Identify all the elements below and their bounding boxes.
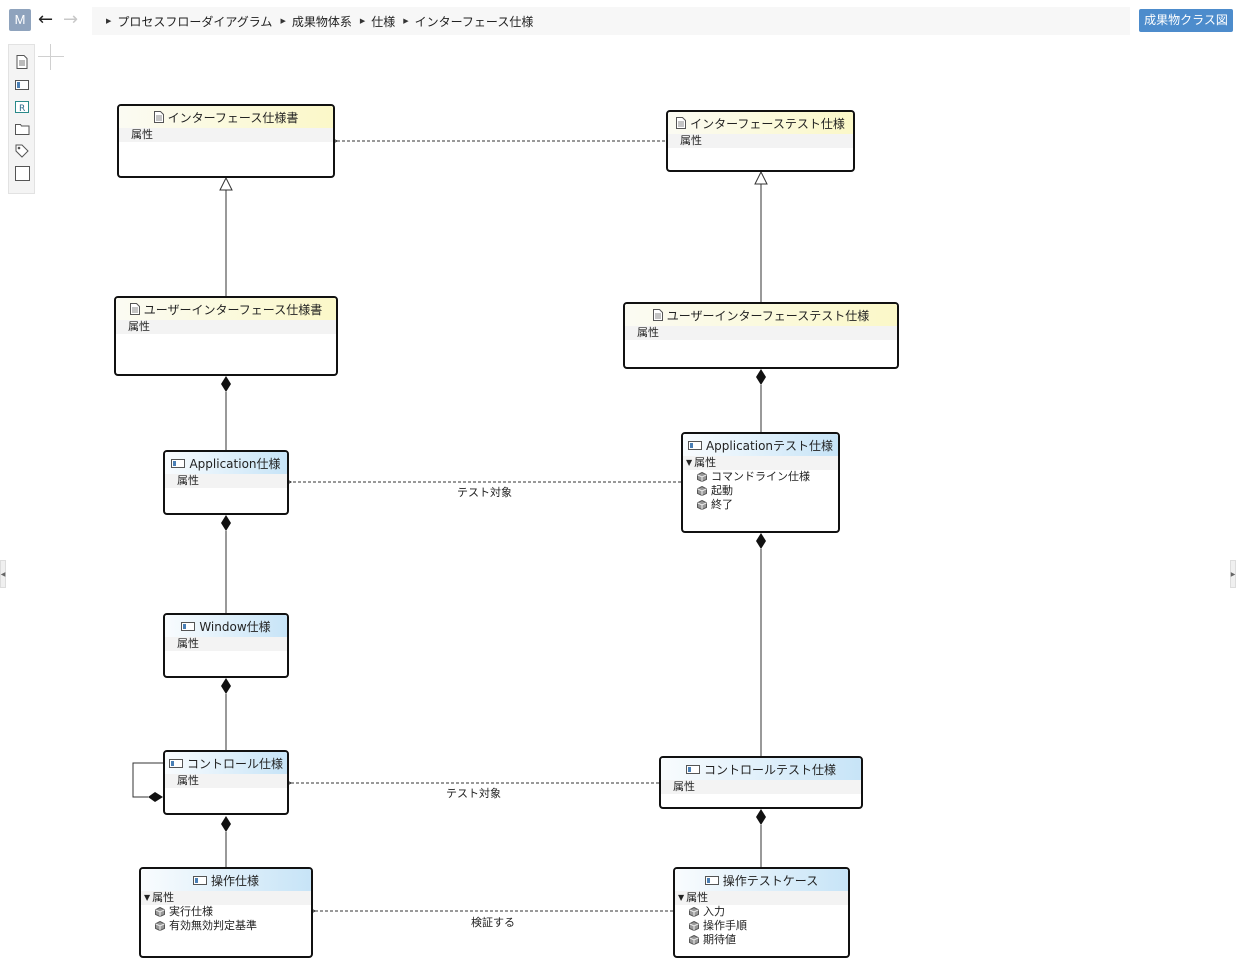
attribute-compartment[interactable]: ▼ 属性 — [683, 456, 838, 470]
attribute-compartment: 属性 — [165, 774, 287, 788]
node-title: コントロールテスト仕様 — [703, 762, 836, 777]
attribute-compartment: 属性 — [165, 474, 287, 488]
class-icon — [687, 440, 702, 450]
node-ui-test-spec[interactable]: ユーザーインターフェーステスト仕様 属性 — [623, 302, 899, 369]
composition-diamond — [221, 678, 231, 694]
composition-diamond — [148, 792, 163, 802]
expand-triangle-icon[interactable]: ▼ — [686, 456, 692, 470]
node-interface-test-spec[interactable]: インターフェーステスト仕様 属性 — [666, 110, 855, 172]
document-icon — [676, 117, 687, 129]
node-control-spec[interactable]: コントロール仕様 属性 — [163, 750, 289, 815]
expand-triangle-icon[interactable]: ▼ — [144, 891, 150, 905]
node-interface-spec[interactable]: インターフェース仕様書 属性 — [117, 104, 335, 178]
node-window-spec[interactable]: Window仕様 属性 — [163, 613, 289, 678]
composition-diamond — [221, 376, 231, 392]
generalization-arrowhead — [754, 170, 768, 185]
attribute-compartment: 属性 — [661, 780, 861, 794]
attribute-cube-icon — [689, 935, 699, 945]
attribute-compartment: 属性 — [116, 320, 336, 334]
node-title: インターフェース仕様書 — [167, 110, 299, 125]
attribute-item[interactable]: 起動 — [697, 484, 838, 498]
class-icon — [181, 621, 196, 631]
attribute-item[interactable]: コマンドライン仕様 — [697, 470, 838, 484]
document-icon — [652, 309, 663, 321]
attribute-cube-icon — [155, 921, 165, 931]
composition-diamond — [221, 816, 231, 832]
class-icon — [168, 758, 183, 768]
attribute-compartment: 属性 — [119, 128, 333, 142]
node-application-test-spec[interactable]: Applicationテスト仕様 ▼ 属性 コマンドライン仕様 起動 終了 — [681, 432, 840, 533]
node-title: ユーザーインターフェース仕様書 — [143, 302, 323, 317]
document-icon — [153, 111, 164, 123]
node-operation-spec[interactable]: 操作仕様 ▼ 属性 実行仕様 有効無効判定基準 — [139, 867, 313, 958]
attribute-compartment[interactable]: ▼ 属性 — [675, 891, 848, 905]
node-title: Window仕様 — [199, 619, 271, 634]
attribute-compartment: 属性 — [625, 326, 897, 340]
composition-diamond — [221, 515, 231, 531]
node-title: ユーザーインターフェーステスト仕様 — [666, 308, 870, 323]
node-title: インターフェーステスト仕様 — [690, 116, 845, 131]
node-title: Applicationテスト仕様 — [705, 438, 834, 453]
attribute-item[interactable]: 入力 — [689, 905, 848, 919]
node-ui-spec[interactable]: ユーザーインターフェース仕様書 属性 — [114, 296, 338, 376]
expand-triangle-icon[interactable]: ▼ — [678, 891, 684, 905]
node-control-test-spec[interactable]: コントロールテスト仕様 属性 — [659, 756, 863, 809]
node-application-spec[interactable]: Application仕様 属性 — [163, 450, 289, 515]
class-icon — [685, 764, 700, 774]
composition-diamond — [756, 369, 766, 385]
attribute-compartment: 属性 — [165, 637, 287, 651]
composition-diamond — [756, 809, 766, 825]
edge-label-test-target: テスト対象 — [457, 486, 512, 499]
attribute-cube-icon — [689, 921, 699, 931]
attribute-item[interactable]: 実行仕様 — [155, 905, 311, 919]
attribute-item[interactable]: 操作手順 — [689, 919, 848, 933]
attribute-cube-icon — [689, 907, 699, 917]
edge-label-verify: 検証する — [471, 916, 515, 929]
attribute-item[interactable]: 期待値 — [689, 933, 848, 947]
edge-label-test-target: テスト対象 — [446, 787, 501, 800]
class-icon — [192, 875, 207, 885]
class-icon — [704, 875, 719, 885]
self-composition-edge[interactable] — [132, 762, 163, 798]
attribute-compartment: 属性 — [668, 134, 853, 148]
attribute-item[interactable]: 有効無効判定基準 — [155, 919, 311, 933]
attribute-compartment[interactable]: ▼ 属性 — [141, 891, 311, 905]
composition-diamond — [756, 533, 766, 549]
node-title: 操作テストケース — [722, 873, 819, 888]
attribute-cube-icon — [697, 472, 707, 482]
node-title: Application仕様 — [189, 456, 281, 471]
attribute-cube-icon — [697, 486, 707, 496]
attribute-item[interactable]: 終了 — [697, 498, 838, 512]
document-icon — [129, 303, 140, 315]
attribute-cube-icon — [155, 907, 165, 917]
generalization-arrowhead — [219, 176, 233, 191]
node-title: 操作仕様 — [210, 873, 259, 888]
node-operation-test-case[interactable]: 操作テストケース ▼ 属性 入力 操作手順 期待値 — [673, 867, 850, 958]
node-title: コントロール仕様 — [186, 756, 283, 771]
class-icon — [171, 458, 186, 468]
attribute-cube-icon — [697, 500, 707, 510]
